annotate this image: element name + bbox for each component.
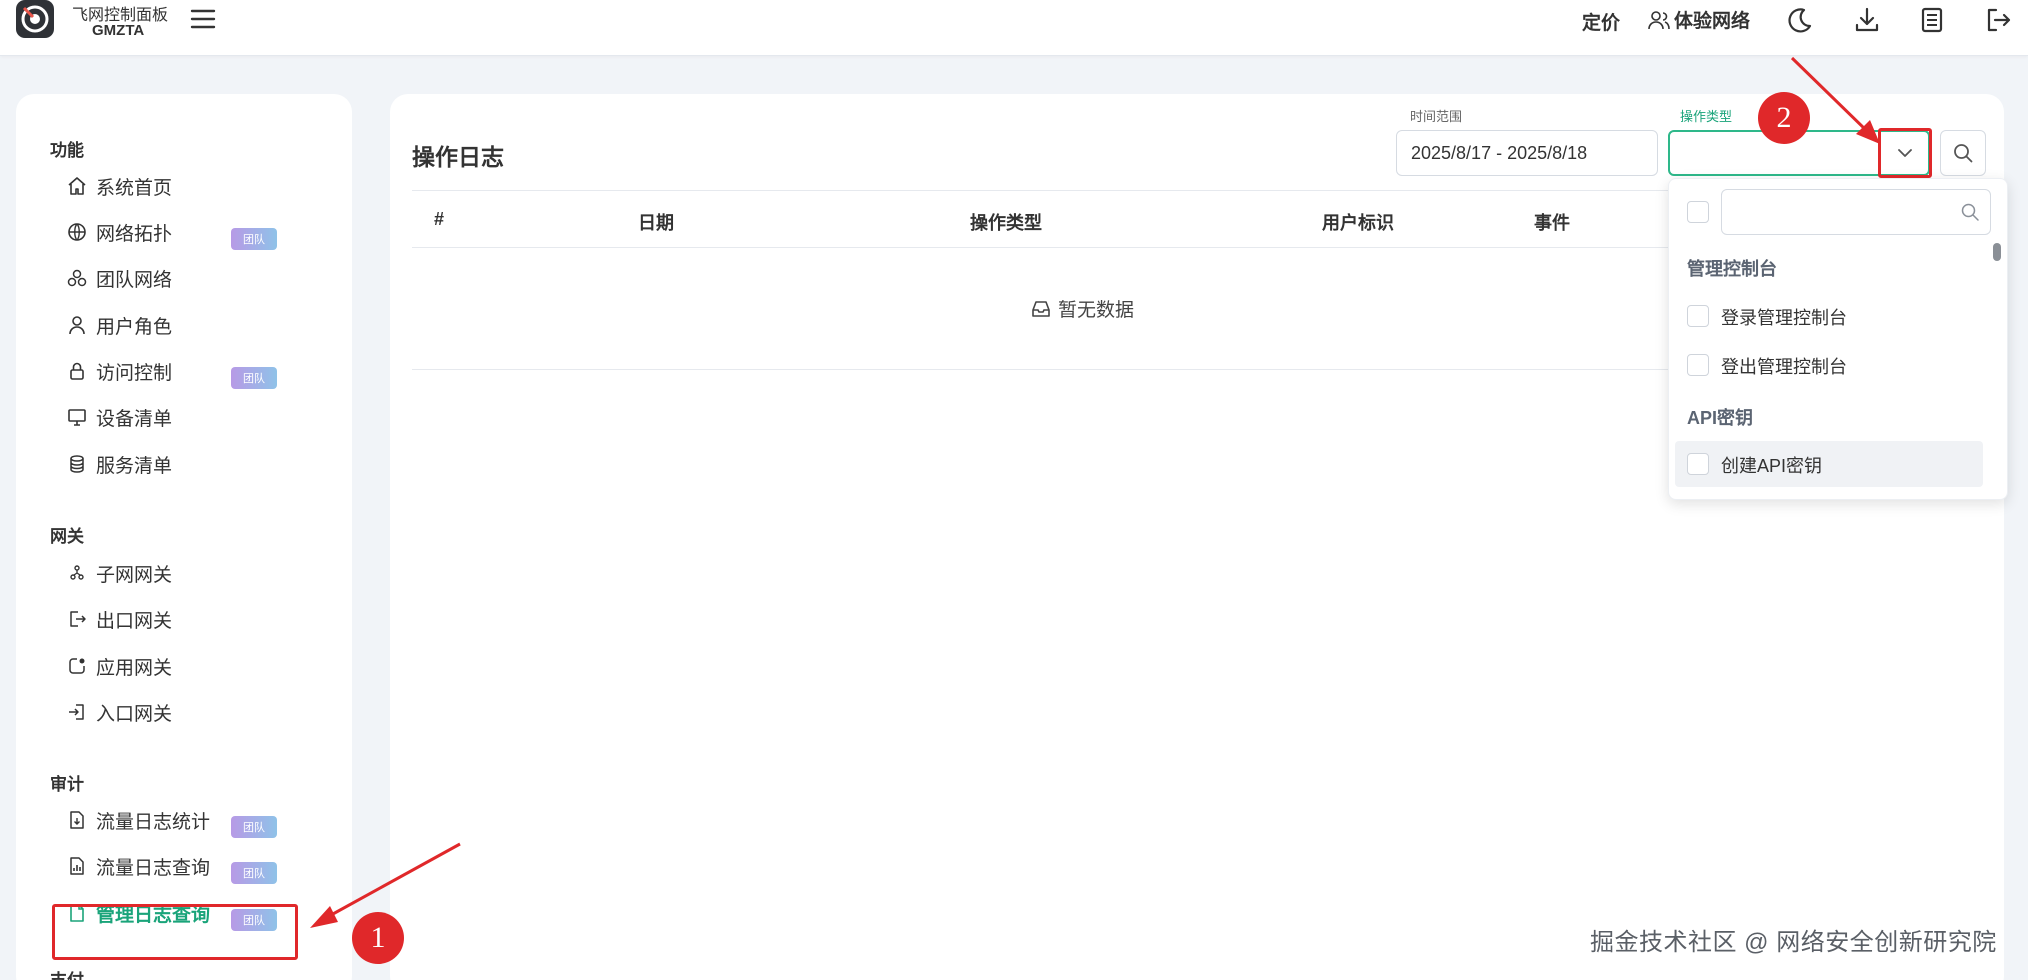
operation-type-label: 操作类型: [1680, 109, 1733, 124]
sidebar-item-label: 应用网关: [96, 657, 173, 679]
search-button[interactable]: [1940, 130, 1986, 176]
section-title-gateway: 网关: [50, 527, 84, 546]
user-icon: [66, 314, 88, 336]
entry-icon: [66, 701, 88, 723]
sidebar-item-topology[interactable]: 网络拓扑: [66, 217, 172, 247]
team-badge: 团队: [231, 816, 277, 838]
option-checkbox[interactable]: [1687, 453, 1709, 475]
team-badge: 团队: [231, 367, 277, 389]
column-header[interactable]: #: [434, 209, 444, 230]
database-icon: [66, 453, 88, 475]
search-icon: [1954, 144, 1973, 163]
sidebar-item-user-roles[interactable]: 用户角色: [66, 310, 172, 340]
logout-icon[interactable]: [1984, 6, 2012, 34]
empty-text: 暂无数据: [1057, 300, 1134, 321]
option-checkbox[interactable]: [1687, 354, 1709, 376]
sidebar-item-flow-log-query[interactable]: 流量日志查询: [66, 851, 210, 881]
sidebar-item-entry-gateway[interactable]: 入口网关: [66, 697, 172, 727]
search-icon: [1961, 203, 1979, 221]
home-icon: [66, 175, 88, 197]
document-icon[interactable]: [1918, 6, 1946, 34]
option-label[interactable]: 创建API密钥: [1721, 452, 1822, 478]
file-download-icon: [66, 809, 88, 831]
file-chart-icon: [66, 855, 88, 877]
team-badge: 团队: [231, 228, 277, 250]
nav-trial-link[interactable]: 体验网络: [1648, 6, 1750, 33]
sidebar-item-label: 子网网关: [96, 564, 173, 586]
network-icon: [66, 267, 88, 289]
operation-type-dropdown: 管理控制台 登录管理控制台 登出管理控制台 API密钥 创建API密钥: [1668, 178, 2008, 500]
page-title: 操作日志: [412, 144, 504, 170]
chevron-down-icon: [1898, 149, 1912, 157]
sidebar-item-app-gateway[interactable]: 应用网关: [66, 651, 172, 681]
inbox-icon: [1032, 300, 1050, 317]
sidebar-item-services[interactable]: 服务清单: [66, 449, 172, 479]
sidebar-item-team-network[interactable]: 团队网络: [66, 263, 172, 293]
sidebar-item-label: 入口网关: [96, 703, 173, 725]
users-icon: [1648, 10, 1670, 29]
exit-icon: [66, 608, 88, 630]
option-group-title: API密钥: [1687, 408, 1754, 428]
sidebar-item-devices[interactable]: 设备清单: [66, 402, 172, 432]
sidebar-item-label: 访问控制: [96, 362, 173, 384]
nav-trial-label: 体验网络: [1674, 11, 1751, 32]
column-header[interactable]: 日期: [638, 209, 674, 235]
option-label[interactable]: 登录管理控制台: [1721, 304, 1847, 330]
moon-icon[interactable]: [1786, 6, 1814, 34]
sidebar-item-access-control[interactable]: 访问控制: [66, 356, 172, 386]
sidebar-item-label: 团队网络: [96, 269, 173, 291]
sidebar-item-label: 系统首页: [96, 177, 173, 199]
sidebar-item-exit-gateway[interactable]: 出口网关: [66, 604, 172, 634]
brand-org: GMZTA: [92, 22, 145, 39]
app-logo[interactable]: [16, 0, 54, 38]
date-range-value: 2025/8/17 - 2025/8/18: [1411, 142, 1588, 163]
nav-pricing-link[interactable]: 定价: [1582, 8, 1620, 35]
select-all-checkbox[interactable]: [1687, 201, 1709, 223]
annotation-step-1: 1: [352, 912, 404, 964]
date-range-picker[interactable]: 2025/8/17 - 2025/8/18: [1396, 130, 1658, 176]
monitor-icon: [66, 406, 88, 428]
option-checkbox[interactable]: [1687, 305, 1709, 327]
sidebar-item-label: 服务清单: [96, 455, 173, 477]
dropdown-scrollbar[interactable]: [1993, 243, 2001, 261]
section-title-audit: 审计: [50, 775, 84, 794]
top-bar: 飞网控制面板 GMZTA 定价 体验网络: [0, 0, 2028, 56]
sidebar-item-label: 网络拓扑: [96, 223, 173, 245]
sidebar-item-label: 流量日志统计: [96, 811, 211, 833]
option-group-title: 管理控制台: [1687, 259, 1777, 279]
annotation-highlight-box: [52, 904, 298, 960]
team-badge: 团队: [231, 862, 277, 884]
sidebar-item-label: 出口网关: [96, 610, 173, 632]
sidebar-item-label: 用户角色: [96, 316, 173, 338]
dropdown-search-input[interactable]: [1721, 189, 1991, 235]
sidebar-item-subnet-gateway[interactable]: 子网网关: [66, 558, 172, 588]
column-header[interactable]: 事件: [1534, 209, 1570, 235]
subnet-icon: [66, 562, 88, 584]
menu-icon[interactable]: [190, 6, 216, 32]
sidebar-item-label: 流量日志查询: [96, 857, 211, 879]
annotation-step-2: 2: [1758, 92, 1810, 144]
option-label[interactable]: 登出管理控制台: [1721, 353, 1847, 379]
time-range-label: 时间范围: [1410, 109, 1463, 124]
column-header[interactable]: 用户标识: [1322, 209, 1394, 235]
globe-icon: [66, 221, 88, 243]
column-header[interactable]: 操作类型: [970, 209, 1042, 235]
sidebar-item-flow-log-stats[interactable]: 流量日志统计: [66, 805, 210, 835]
download-icon[interactable]: [1853, 6, 1881, 34]
section-title-features: 功能: [50, 141, 84, 160]
app-icon: [66, 655, 88, 677]
sidebar-item-home[interactable]: 系统首页: [66, 171, 172, 201]
watermark: 掘金技术社区 @ 网络安全创新研究院: [1590, 929, 1997, 956]
lock-icon: [66, 360, 88, 382]
sidebar-item-label: 设备清单: [96, 408, 173, 430]
section-title-payment: 支付: [50, 966, 84, 980]
